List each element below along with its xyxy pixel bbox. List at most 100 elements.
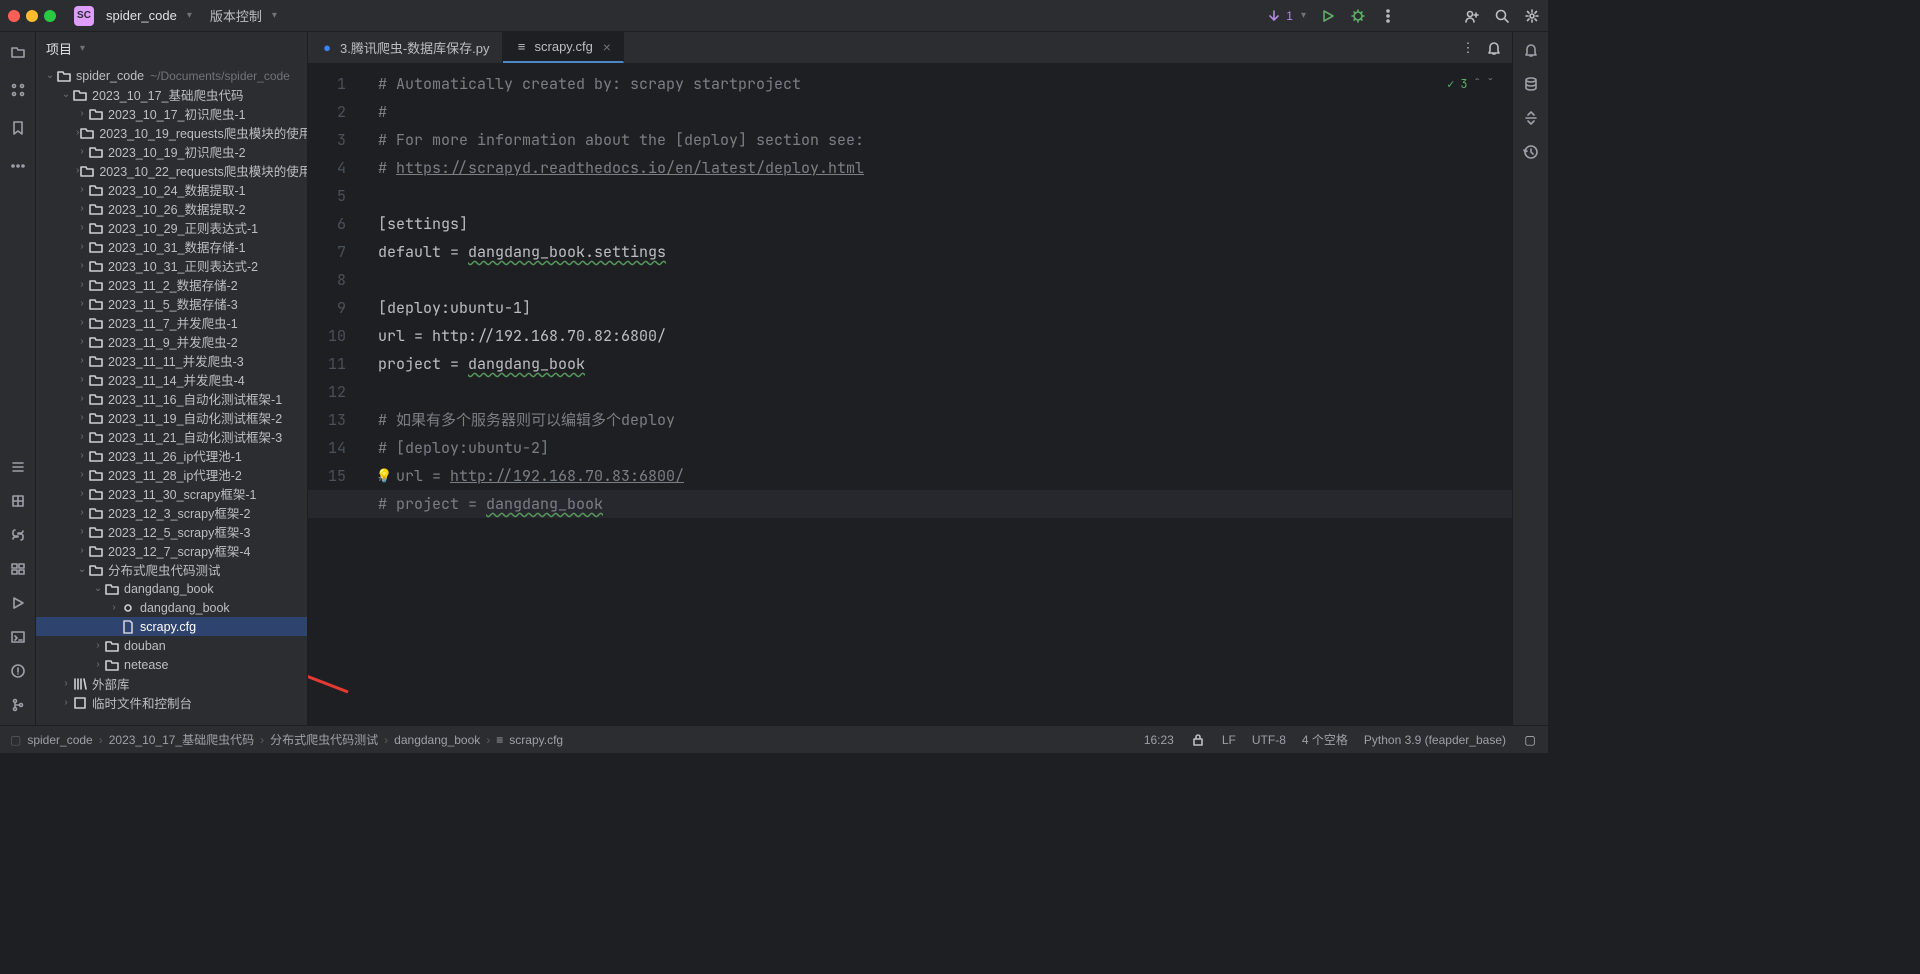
terminal-tool-icon[interactable] [8, 627, 28, 647]
run-button[interactable] [1320, 8, 1336, 24]
chevron-right-icon: › [76, 450, 88, 461]
tree-folder[interactable]: ›2023_10_31_数据存储-1 [36, 237, 307, 256]
tree-folder[interactable]: ⌄ dangdang_book [36, 579, 307, 598]
tree-folder[interactable]: ⌄ 分布式爬虫代码测试 [36, 560, 307, 579]
tree-folder[interactable]: ›2023_10_19_requests爬虫模块的使用-1 [36, 123, 307, 142]
python-packages-icon[interactable] [8, 491, 28, 511]
tree-folder[interactable]: ⌄ 2023_10_17_基础爬虫代码 [36, 85, 307, 104]
tree-folder[interactable]: ›2023_11_5_数据存储-3 [36, 294, 307, 313]
breadcrumb-item[interactable]: dangdang_book [394, 733, 480, 747]
tree-folder[interactable]: › 2023_11_26_ip代理池-1 [36, 446, 307, 465]
tree-folder[interactable]: ›2023_11_30_scrapy框架-1 [36, 484, 307, 503]
tree-folder[interactable]: ›2023_12_5_scrapy框架-3 [36, 522, 307, 541]
lock-icon[interactable] [1190, 732, 1206, 748]
problems-tool-icon[interactable] [8, 661, 28, 681]
more-horizontal-icon[interactable] [8, 156, 28, 176]
folder-icon [104, 638, 120, 654]
folder-icon [88, 410, 104, 426]
tree-folder[interactable]: ›2023_11_14_并发爬虫-4 [36, 370, 307, 389]
folder-icon [88, 239, 104, 255]
vcs-dropdown[interactable]: 版本控制 [210, 6, 262, 25]
status-time: 16:23 [1144, 733, 1174, 747]
tree-root[interactable]: ⌄ spider_code ~/Documents/spider_code [36, 66, 307, 85]
sidebar-header[interactable]: 项目 ▾ [36, 32, 307, 64]
minimize-window-button[interactable] [26, 10, 38, 22]
tree-folder[interactable]: ›2023_11_11_并发爬虫-3 [36, 351, 307, 370]
tree-folder[interactable]: ›2023_11_7_并发爬虫-1 [36, 313, 307, 332]
tree-folder[interactable]: ›2023_10_31_正则表达式-2 [36, 256, 307, 275]
bell-icon[interactable] [1486, 40, 1502, 56]
git-incoming-indicator[interactable]: 1 ▾ [1266, 8, 1306, 24]
tree-folder[interactable]: › netease [36, 655, 307, 674]
chevron-right-icon: › [76, 393, 88, 404]
settings-icon[interactable] [1524, 8, 1540, 24]
breadcrumbs[interactable]: ▢ spider_code › 2023_10_17_基础爬虫代码 › 分布式爬… [10, 731, 563, 748]
tree-folder[interactable]: ›2023_11_16_自动化测试框架-1 [36, 389, 307, 408]
more-vertical-icon[interactable] [1380, 8, 1396, 24]
tab-python-file[interactable]: ● 3.腾讯爬虫-数据库保存.py [308, 32, 503, 63]
chevron-right-icon: › [76, 317, 88, 328]
status-encoding[interactable]: UTF-8 [1252, 733, 1286, 747]
maximize-window-button[interactable] [44, 10, 56, 22]
database-tool-icon[interactable] [1523, 76, 1539, 92]
tree-folder[interactable]: ›2023_10_22_requests爬虫模块的使用-2 [36, 161, 307, 180]
tree-folder[interactable]: ›2023_10_17_初识爬虫-1 [36, 104, 307, 123]
debug-button[interactable] [1350, 8, 1366, 24]
project-tree[interactable]: ⌄ spider_code ~/Documents/spider_code ⌄ … [36, 64, 307, 725]
project-name-dropdown[interactable]: spider_code [106, 8, 177, 23]
run-tool-icon[interactable] [8, 593, 28, 613]
status-more-icon[interactable]: ▢ [1522, 732, 1538, 748]
status-interpreter[interactable]: Python 3.9 (feapder_base) [1364, 733, 1506, 747]
search-icon[interactable] [1494, 8, 1510, 24]
services-tool-icon[interactable] [8, 559, 28, 579]
tree-label: 外部库 [92, 674, 130, 693]
tree-label: 2023_10_22_requests爬虫模块的使用-2 [99, 161, 307, 180]
tree-scratches[interactable]: › 临时文件和控制台 [36, 693, 307, 712]
close-window-button[interactable] [8, 10, 20, 22]
breadcrumb-item[interactable]: spider_code [27, 733, 92, 747]
breadcrumb-item[interactable]: 分布式爬虫代码测试 [270, 731, 378, 748]
close-tab-button[interactable]: × [603, 39, 611, 55]
intention-bulb-icon[interactable]: 💡 [376, 462, 392, 490]
tree-folder[interactable]: ›2023_11_28_ip代理池-2 [36, 465, 307, 484]
sidebar-ai-icon[interactable] [1523, 110, 1539, 126]
tree-folder[interactable]: ›2023_10_19_初识爬虫-2 [36, 142, 307, 161]
editor-body[interactable]: 1234 5678 9101112 13141516 ✓ 3 ˆ ˇ # Aut… [308, 64, 1512, 725]
tree-root-label: spider_code [76, 69, 144, 83]
python-console-icon[interactable] [8, 525, 28, 545]
folder-icon [88, 220, 104, 236]
tree-folder[interactable]: ›2023_11_21_自动化测试框架-3 [36, 427, 307, 446]
tree-folder[interactable]: ›2023_11_9_并发爬虫-2 [36, 332, 307, 351]
tree-folder[interactable]: ›2023_12_3_scrapy框架-2 [36, 503, 307, 522]
tree-folder[interactable]: ›2023_12_7_scrapy框架-4 [36, 541, 307, 560]
tree-label: 2023_10_31_正则表达式-2 [108, 256, 258, 275]
status-line-ending[interactable]: LF [1222, 733, 1236, 747]
tree-folder[interactable]: ›2023_10_29_正则表达式-1 [36, 218, 307, 237]
tree-folder[interactable]: ›2023_11_2_数据存储-2 [36, 275, 307, 294]
structure-tool-icon[interactable] [8, 80, 28, 100]
folder-icon [88, 486, 104, 502]
tree-folder[interactable]: › dangdang_book [36, 598, 307, 617]
tree-folder[interactable]: › douban [36, 636, 307, 655]
tree-folder[interactable]: ›2023_10_26_数据提取-2 [36, 199, 307, 218]
tree-folder[interactable]: ›2023_10_24_数据提取-1 [36, 180, 307, 199]
breadcrumb-item[interactable]: 2023_10_17_基础爬虫代码 [109, 731, 254, 748]
todo-tool-icon[interactable] [8, 457, 28, 477]
tree-external-lib[interactable]: › 外部库 [36, 674, 307, 693]
collaborate-icon[interactable] [1464, 8, 1480, 24]
tree-file-selected[interactable]: scrapy.cfg [36, 617, 307, 636]
more-vertical-icon[interactable]: ⋮ [1460, 40, 1476, 56]
breadcrumb-item[interactable]: scrapy.cfg [509, 733, 563, 747]
bookmarks-tool-icon[interactable] [8, 118, 28, 138]
tree-label: 2023_11_26_ip代理池-1 [108, 446, 242, 465]
git-tool-icon[interactable] [8, 695, 28, 715]
code-content[interactable]: ✓ 3 ˆ ˇ # Automatically created by: scra… [366, 64, 1512, 725]
project-tool-icon[interactable] [8, 42, 28, 62]
notifications-icon[interactable] [1523, 42, 1539, 58]
history-icon[interactable] [1523, 144, 1539, 160]
status-indent[interactable]: 4 个空格 [1302, 731, 1348, 748]
titlebar: SC spider_code ▾ 版本控制 ▾ 1 ▾ [0, 0, 1548, 32]
tree-label: 2023_11_11_并发爬虫-3 [108, 351, 244, 370]
tree-folder[interactable]: ›2023_11_19_自动化测试框架-2 [36, 408, 307, 427]
tab-scrapy-cfg[interactable]: ≡ scrapy.cfg × [503, 32, 624, 63]
